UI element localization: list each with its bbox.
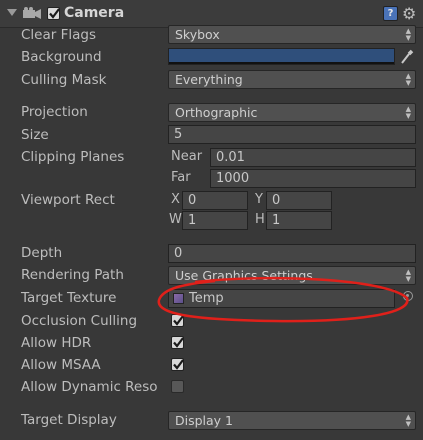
size-label: Size — [21, 127, 49, 143]
camera-icon — [23, 7, 41, 19]
projection-dropdown[interactable]: Orthographic ▲ ▼ — [168, 103, 416, 122]
target-display-value: Display 1 — [175, 413, 234, 428]
eyedropper-icon[interactable] — [400, 49, 414, 65]
projection-label: Projection — [21, 104, 88, 120]
near-input[interactable]: 0.01 — [210, 148, 416, 167]
checkmark-icon — [49, 8, 60, 19]
allow-msaa-label: Allow MSAA — [21, 357, 101, 373]
clear-flags-dropdown[interactable]: Skybox ▲ ▼ — [168, 25, 416, 44]
target-texture-label: Target Texture — [21, 290, 117, 306]
viewport-w-input[interactable]: 1 — [182, 211, 248, 230]
depth-label: Depth — [21, 245, 63, 261]
help-icon[interactable]: ? — [383, 6, 398, 21]
far-input[interactable]: 1000 — [210, 169, 416, 188]
viewport-y-label: Y — [255, 192, 263, 207]
annotation-ellipse — [157, 276, 409, 323]
target-display-label: Target Display — [21, 412, 117, 428]
viewport-x-input[interactable]: 0 — [182, 191, 248, 210]
viewport-w-label: W — [169, 212, 182, 227]
component-title: Camera — [64, 5, 125, 21]
depth-input[interactable]: 0 — [168, 244, 416, 263]
clipping-planes-label: Clipping Planes — [21, 149, 125, 165]
culling-mask-label: Culling Mask — [21, 72, 107, 88]
allow-hdr-checkbox[interactable] — [171, 336, 184, 349]
far-label: Far — [171, 170, 191, 185]
updown-arrows-icon: ▲ ▼ — [405, 27, 411, 42]
rendering-path-label: Rendering Path — [21, 267, 124, 283]
near-label: Near — [171, 149, 203, 164]
size-input[interactable]: 5 — [168, 125, 416, 144]
checkmark-icon — [173, 337, 184, 348]
gear-icon[interactable]: ⚙ — [402, 4, 416, 23]
background-color-field[interactable] — [168, 48, 395, 65]
target-display-dropdown[interactable]: Display 1 ▲ ▼ — [168, 411, 416, 430]
clear-flags-value: Skybox — [175, 27, 220, 42]
background-label: Background — [21, 49, 102, 65]
viewport-h-label: H — [255, 212, 265, 227]
updown-arrows-icon: ▲ ▼ — [405, 413, 411, 428]
viewport-rect-label: Viewport Rect — [21, 192, 115, 208]
viewport-h-input[interactable]: 1 — [266, 211, 332, 230]
updown-arrows-icon: ▲ ▼ — [405, 105, 411, 120]
viewport-x-label: X — [171, 192, 180, 207]
allow-dynamic-resolution-label: Allow Dynamic Reso — [21, 379, 158, 395]
updown-arrows-icon: ▲ ▼ — [405, 72, 411, 87]
culling-mask-value: Everything — [175, 72, 243, 87]
component-enabled-checkbox[interactable] — [47, 7, 60, 20]
allow-dynamic-resolution-checkbox[interactable] — [171, 380, 184, 393]
checkmark-icon — [173, 359, 184, 370]
allow-hdr-label: Allow HDR — [21, 335, 92, 351]
foldout-open-icon[interactable] — [7, 9, 17, 16]
viewport-y-input[interactable]: 0 — [266, 191, 332, 210]
projection-value: Orthographic — [175, 105, 258, 120]
allow-msaa-checkbox[interactable] — [171, 358, 184, 371]
culling-mask-dropdown[interactable]: Everything ▲ ▼ — [168, 70, 416, 89]
alpha-strip — [169, 62, 394, 64]
clear-flags-label: Clear Flags — [21, 27, 96, 43]
occlusion-culling-label: Occlusion Culling — [21, 313, 138, 329]
